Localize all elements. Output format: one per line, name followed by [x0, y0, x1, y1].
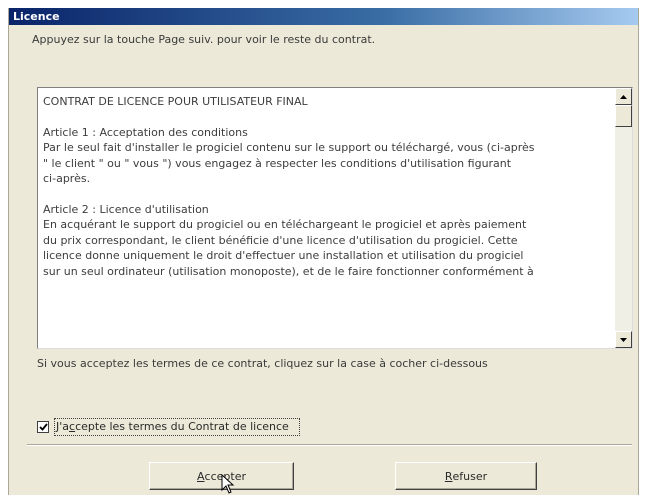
scroll-thumb[interactable]: [615, 105, 632, 127]
scroll-up-button[interactable]: [615, 88, 632, 105]
article2-line: licence donne uniquement le droit d'effe…: [43, 249, 524, 262]
button-label: efuser: [452, 469, 488, 483]
article1-line: " le client " ou " vous ") vous engagez …: [43, 156, 512, 170]
article1-line: ci-après.: [43, 172, 91, 185]
article2-line: En acquérant le support du progiciel ou …: [43, 218, 527, 231]
mouse-cursor-icon: [221, 474, 235, 494]
article2-line: sur un seul ordinateur (utilisation mono…: [43, 264, 534, 278]
article1-line: Par le seul fait d'installer le progicie…: [43, 141, 535, 154]
accept-terms-row[interactable]: J'accepte les termes du Contrat de licen…: [37, 418, 300, 436]
accept-hint-text: Si vous acceptez les termes de ce contra…: [37, 357, 488, 370]
checkmark-icon: [38, 423, 48, 431]
accept-terms-checkbox[interactable]: [37, 421, 49, 433]
license-dialog: Licence Appuyez sur la touche Page suiv.…: [8, 8, 639, 495]
license-text-area[interactable]: CONTRAT DE LICENCE POUR UTILISATEUR FINA…: [37, 87, 633, 349]
title-bar: Licence: [9, 8, 638, 25]
button-mnemonic: R: [444, 469, 453, 483]
article2-line: du prix correspondant, le client bénéfic…: [43, 233, 518, 247]
label-part: cepte les termes du Contrat de licence: [75, 420, 289, 433]
article1-title: Article 1 : Acceptation des conditions: [43, 125, 248, 139]
license-heading: CONTRAT DE LICENCE POUR UTILISATEUR FINA…: [43, 95, 308, 108]
vertical-scrollbar[interactable]: [615, 88, 632, 348]
separator-line: [27, 444, 632, 446]
instruction-text: Appuyez sur la touche Page suiv. pour vo…: [32, 33, 376, 46]
license-text: CONTRAT DE LICENCE POUR UTILISATEUR FINA…: [43, 94, 610, 344]
article2-title: Article 2 : Licence d'utilisation: [43, 202, 209, 216]
label-part: J'a: [56, 420, 70, 433]
scroll-down-button[interactable]: [615, 331, 632, 348]
arrow-down-icon: [620, 337, 627, 342]
arrow-up-icon: [620, 94, 627, 99]
button-mnemonic: A: [197, 469, 205, 483]
accept-terms-label[interactable]: J'accepte les termes du Contrat de licen…: [54, 418, 300, 436]
window-title: Licence: [13, 10, 60, 23]
refuse-button[interactable]: Refuser: [395, 462, 537, 490]
